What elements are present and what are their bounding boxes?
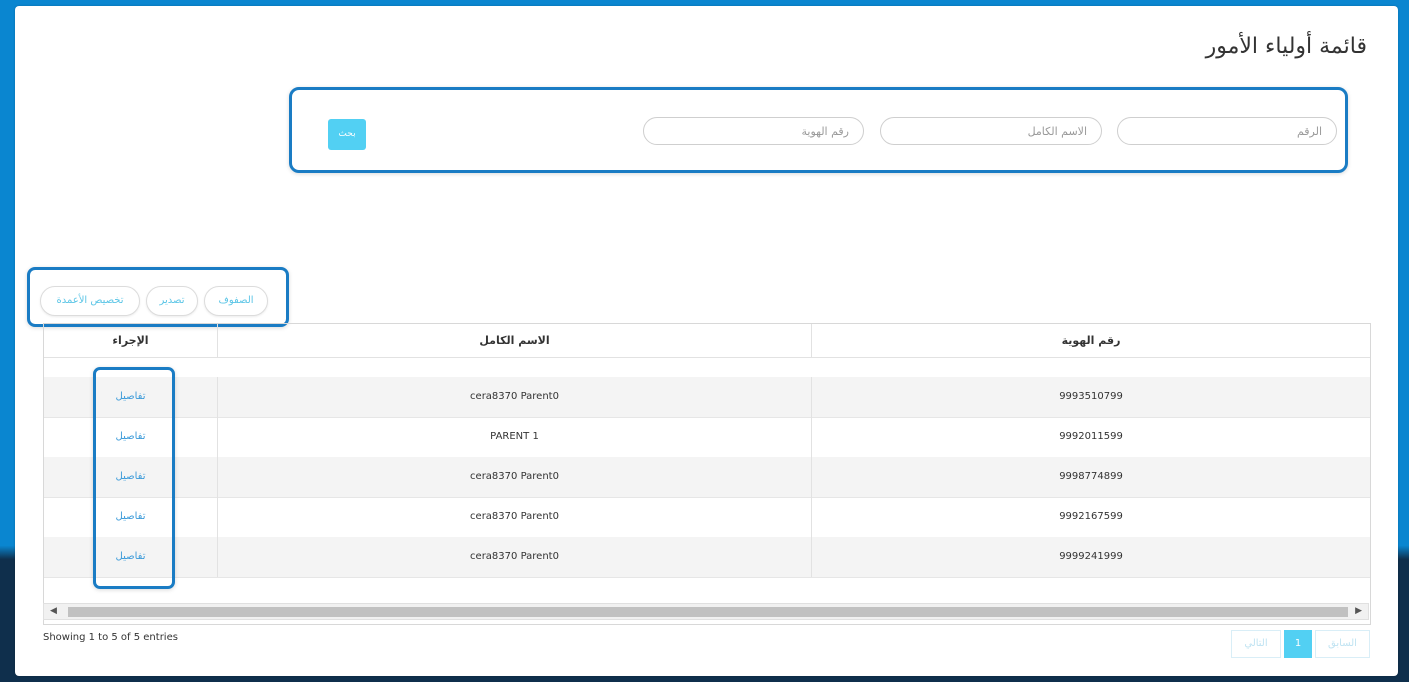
table-row: 9992167599 cera8370 Parent0 تفاصيل [44,497,1370,538]
cell-full-name: cera8370 Parent0 [470,471,559,482]
cell-id-number: 9992167599 [1059,511,1123,522]
table-row: 9993510799 cera8370 Parent0 تفاصيل [44,377,1370,418]
filter-panel: بحث [289,87,1348,173]
table-row: 9998774899 cera8370 Parent0 تفاصيل [44,457,1370,498]
cell-id-number: 9993510799 [1059,391,1123,402]
main-card: قائمة أولياء الأمور بحث الصفوف تصدير تخص… [15,6,1398,676]
table-row: 9992011599 PARENT 1 تفاصيل [44,417,1370,458]
scroll-thumb[interactable] [68,607,1348,617]
page-1-button[interactable]: 1 [1284,630,1312,658]
number-input[interactable] [1117,117,1337,145]
parents-table: رقم الهوية الاسم الكامل الإجراء 99935107… [43,323,1371,625]
action-column-highlight [93,367,175,589]
cell-id-number: 9999241999 [1059,551,1123,562]
table-toolbar: الصفوف تصدير تخصيص الأعمدة [27,267,289,327]
cell-id-number: 9998774899 [1059,471,1123,482]
horizontal-scrollbar[interactable]: ◀ ▶ [43,603,1369,620]
header-full-name[interactable]: الاسم الكامل [218,324,811,357]
header-action[interactable]: الإجراء [44,324,217,357]
scroll-right-icon[interactable]: ▶ [1355,606,1362,616]
page-title: قائمة أولياء الأمور [1205,34,1367,59]
rows-button[interactable]: الصفوف [204,286,268,316]
customize-columns-button[interactable]: تخصيص الأعمدة [40,286,140,316]
cell-full-name: PARENT 1 [490,431,539,442]
idnumber-input[interactable] [643,117,864,145]
cell-full-name: cera8370 Parent0 [470,551,559,562]
cell-id-number: 9992011599 [1059,431,1123,442]
cell-full-name: cera8370 Parent0 [470,391,559,402]
table-info: Showing 1 to 5 of 5 entries [43,632,178,643]
cell-full-name: cera8370 Parent0 [470,511,559,522]
scroll-left-icon[interactable]: ◀ [50,606,57,616]
fullname-input[interactable] [880,117,1102,145]
header-id-number[interactable]: رقم الهوية [812,324,1370,357]
table-header: رقم الهوية الاسم الكامل الإجراء [44,324,1370,358]
search-button[interactable]: بحث [328,119,366,150]
previous-page-button[interactable]: السابق [1315,630,1370,658]
next-page-button[interactable]: التالي [1231,630,1281,658]
table-row: 9999241999 cera8370 Parent0 تفاصيل [44,537,1370,578]
export-button[interactable]: تصدير [146,286,198,316]
